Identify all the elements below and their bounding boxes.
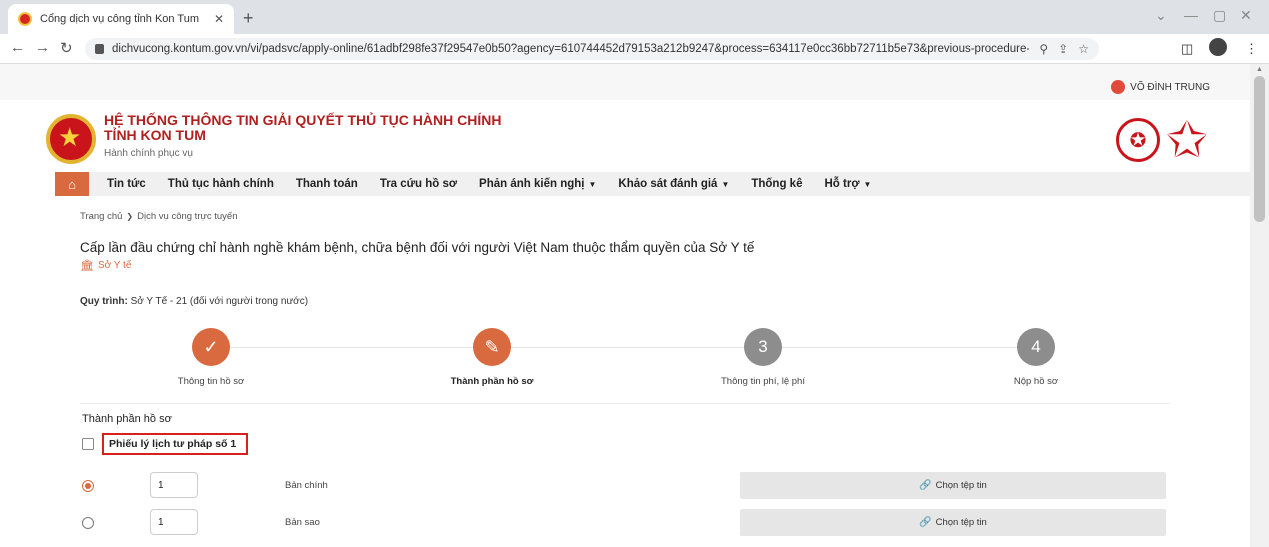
public-service-star-logo-icon: ✩ [1166, 112, 1208, 168]
home-icon[interactable]: ⌂ [55, 172, 89, 196]
reload-icon[interactable]: ↻ [60, 39, 73, 57]
back-icon[interactable]: ← [10, 39, 25, 56]
browser-tab[interactable]: Cổng dịch vụ công tỉnh Kon Tum ✕ [8, 4, 234, 34]
copy-type-label: Bản chính [285, 480, 328, 491]
agency-name: Sở Y tế [97, 260, 132, 271]
page-scrollbar[interactable]: ▲ [1250, 64, 1269, 547]
page-title: Cấp lần đầu chứng chỉ hành nghề khám bện… [80, 240, 755, 255]
site-title-line1: HỆ THỐNG THÔNG TIN GIẢI QUYẾT THỦ TỤC HÀ… [104, 112, 502, 128]
site-favicon-icon [18, 12, 32, 26]
original-copy-radio[interactable] [82, 480, 94, 492]
process-info: Quy trình: Sở Y Tế - 21 (đối với người t… [80, 296, 308, 307]
quantity-input[interactable]: 1 [150, 472, 198, 498]
copy-option-row: 1 Bản sao 🔗 Chọn tệp tin [82, 509, 1172, 537]
step-1-label: Thông tin hồ sơ [177, 376, 245, 387]
duplicate-copy-radio[interactable] [82, 517, 94, 529]
step-1[interactable]: ✓ Thông tin hồ sơ [141, 328, 281, 387]
browser-menu-icon[interactable]: ⋮ [1245, 41, 1258, 57]
institution-icon: 🏛 [80, 260, 94, 272]
user-name: VÕ ĐÌNH TRUNG [1130, 81, 1210, 93]
breadcrumb-home[interactable]: Trang chủ [80, 211, 122, 222]
national-emblem-icon[interactable]: ★ [46, 114, 96, 164]
new-tab-button[interactable]: + [243, 8, 254, 29]
browser-tab-bar: Cổng dịch vụ công tỉnh Kon Tum ✕ + ⌄ — ▢… [0, 0, 1269, 34]
menu-item-support-label: Hỗ trợ [824, 178, 860, 190]
document-item: Phiếu lý lịch tư pháp số 1 [82, 433, 249, 455]
process-label: Quy trình: [80, 296, 128, 307]
stepper-line [220, 347, 1040, 348]
menu-item-news[interactable]: Tin tức [107, 178, 146, 190]
tab-title: Cổng dịch vụ công tỉnh Kon Tum [40, 13, 199, 25]
step-2-label: Thành phần hồ sơ [450, 376, 534, 387]
breadcrumb-current[interactable]: Dịch vụ công trực tuyến [137, 211, 237, 222]
breadcrumb: Trang chủ ❯ Dịch vụ công trực tuyến [80, 211, 237, 222]
section-divider [80, 403, 1170, 404]
tab-search-icon[interactable]: ⌄ [1155, 7, 1167, 24]
minimize-icon[interactable]: — [1184, 7, 1198, 23]
side-panel-icon[interactable]: ◫ [1181, 41, 1193, 57]
step-4-number: 4 [1017, 328, 1055, 366]
main-menu: ⌂ Tin tức Thủ tục hành chính Thanh toán … [55, 172, 1250, 196]
menu-item-feedback-label: Phản ánh kiến nghị [479, 178, 585, 190]
page-content: VÕ ĐÌNH TRUNG ★ HỆ THỐNG THÔNG TIN GIẢI … [0, 64, 1250, 547]
paperclip-icon: 🔗 [919, 517, 932, 528]
pencil-icon: ✎ [473, 328, 511, 366]
document-checkbox[interactable] [82, 438, 94, 450]
paperclip-icon: 🔗 [919, 480, 932, 491]
profile-avatar[interactable] [1209, 38, 1227, 56]
menu-item-statistics[interactable]: Thống kê [751, 178, 802, 190]
chevron-right-icon: ❯ [126, 212, 134, 221]
choose-file-label: Chọn tệp tin [935, 517, 987, 528]
step-3-label: Thông tin phí, lệ phí [721, 376, 805, 387]
top-strip: VÕ ĐÌNH TRUNG [0, 64, 1250, 100]
step-4[interactable]: 4 Nộp hồ sơ [966, 328, 1106, 387]
quantity-input[interactable]: 1 [150, 509, 198, 535]
forward-icon[interactable]: → [35, 39, 50, 56]
share-icon[interactable]: ⇪ [1058, 42, 1068, 56]
step-3[interactable]: 3 Thông tin phí, lệ phí [693, 328, 833, 387]
menu-item-procedures[interactable]: Thủ tục hành chính [168, 178, 274, 190]
choose-file-button[interactable]: 🔗 Chọn tệp tin [740, 509, 1166, 536]
site-subtitle: Hành chính phục vụ [104, 148, 193, 159]
site-header: ★ HỆ THỐNG THÔNG TIN GIẢI QUYẾT THỦ TỤC … [0, 100, 1250, 172]
process-value: Sở Y Tế - 21 (đối với người trong nước) [130, 296, 309, 307]
step-3-number: 3 [744, 328, 782, 366]
site-title-line2: TỈNH KON TUM [104, 127, 206, 143]
copy-option-row: 1 Bản chính 🔗 Chọn tệp tin [82, 472, 1172, 500]
menu-item-payment[interactable]: Thanh toán [296, 178, 358, 190]
close-window-icon[interactable]: ✕ [1240, 7, 1252, 24]
documents-section-title: Thành phần hồ sơ [82, 413, 172, 425]
menu-item-survey[interactable]: Khảo sát đánh giá ▼ [618, 178, 729, 190]
address-bar-row: ← → ↻ dichvucong.kontum.gov.vn/vi/padsvc… [0, 34, 1269, 64]
site-title: HỆ THỐNG THÔNG TIN GIẢI QUYẾT THỦ TỤC HÀ… [104, 113, 501, 143]
user-account[interactable]: VÕ ĐÌNH TRUNG [1111, 80, 1210, 94]
chevron-down-icon: ▼ [721, 180, 730, 189]
scrollbar-thumb[interactable] [1254, 76, 1265, 222]
scroll-up-icon[interactable]: ▲ [1256, 66, 1263, 73]
document-name: Phiếu lý lịch tư pháp số 1 [102, 433, 249, 455]
step-2[interactable]: ✎ Thành phần hồ sơ [422, 328, 562, 387]
choose-file-button[interactable]: 🔗 Chọn tệp tin [740, 472, 1166, 499]
user-avatar-icon [1111, 80, 1126, 94]
menu-item-feedback[interactable]: Phản ánh kiến nghị ▼ [479, 178, 596, 190]
lock-icon [95, 44, 104, 54]
url-text: dichvucong.kontum.gov.vn/vi/padsvc/apply… [112, 43, 1030, 55]
menu-item-support[interactable]: Hỗ trợ ▼ [824, 178, 871, 190]
choose-file-label: Chọn tệp tin [935, 480, 987, 491]
province-logo-icon: ✪ [1116, 118, 1160, 162]
chevron-down-icon: ▼ [863, 180, 872, 189]
chevron-down-icon: ▼ [588, 180, 597, 189]
step-4-label: Nộp hồ sơ [1013, 376, 1059, 387]
tab-close-icon[interactable]: ✕ [214, 12, 224, 26]
maximize-icon[interactable]: ▢ [1213, 7, 1226, 24]
url-input[interactable]: dichvucong.kontum.gov.vn/vi/padsvc/apply… [85, 38, 1099, 60]
agency-link[interactable]: 🏛 Sở Y tế [80, 259, 131, 272]
menu-item-survey-label: Khảo sát đánh giá [618, 178, 718, 190]
menu-item-lookup[interactable]: Tra cứu hồ sơ [380, 178, 457, 190]
check-icon: ✓ [192, 328, 230, 366]
bookmark-star-icon[interactable]: ☆ [1078, 42, 1089, 56]
zoom-icon[interactable]: ⚲ [1039, 42, 1048, 56]
copy-type-label: Bản sao [285, 517, 320, 528]
